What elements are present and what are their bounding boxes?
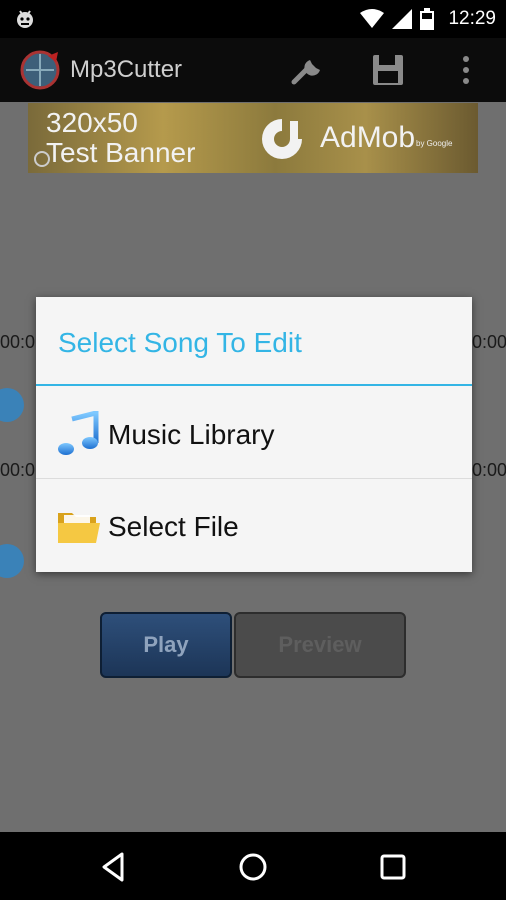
dialog-title: Select Song To Edit bbox=[58, 327, 302, 358]
start-slider-knob[interactable] bbox=[0, 388, 24, 422]
status-bar: 12:29 bbox=[0, 0, 506, 38]
admob-logo-icon bbox=[262, 119, 302, 159]
ad-brand: AdMob bbox=[320, 121, 416, 154]
preview-button[interactable]: Preview bbox=[234, 612, 406, 678]
ad-brand-small: by Google bbox=[416, 139, 453, 148]
select-file-option[interactable]: Select File bbox=[36, 481, 472, 571]
recents-icon[interactable] bbox=[376, 850, 410, 884]
wifi-icon bbox=[360, 9, 385, 28]
status-time: 12:29 bbox=[448, 8, 496, 29]
app-title: Mp3Cutter bbox=[70, 56, 183, 83]
end-time-label-2: 0:00 bbox=[472, 460, 506, 480]
end-slider-knob[interactable] bbox=[0, 544, 24, 578]
app-logo bbox=[20, 50, 60, 90]
ad-line-2: Test Banner bbox=[46, 137, 196, 168]
select-file-label: Select File bbox=[108, 511, 239, 542]
start-time-label: 00:0 bbox=[0, 332, 36, 352]
ad-banner[interactable]: 320x50 Test Banner AdMob by Google bbox=[28, 103, 478, 173]
ad-line-1: 320x50 bbox=[46, 107, 138, 138]
item-separator bbox=[36, 478, 472, 479]
back-icon[interactable] bbox=[96, 850, 130, 884]
music-note-icon bbox=[58, 411, 99, 455]
android-debug-icon bbox=[17, 10, 33, 28]
settings-wrench-icon[interactable] bbox=[290, 52, 326, 88]
music-library-label: Music Library bbox=[108, 419, 275, 450]
music-library-option[interactable]: Music Library bbox=[36, 389, 472, 479]
battery-icon bbox=[420, 8, 435, 30]
start-time-label-2: 00:0 bbox=[0, 460, 36, 480]
select-song-dialog: Select Song To Edit Music Library Select… bbox=[36, 297, 472, 572]
folder-icon bbox=[58, 513, 100, 543]
signal-icon bbox=[392, 9, 413, 29]
ad-info-icon[interactable] bbox=[34, 151, 50, 167]
save-icon[interactable] bbox=[370, 52, 406, 88]
navigation-bar bbox=[0, 832, 506, 900]
dialog-title-divider bbox=[36, 384, 472, 386]
overflow-menu-icon[interactable] bbox=[448, 52, 484, 88]
play-button[interactable]: Play bbox=[100, 612, 232, 678]
action-bar: Mp3Cutter bbox=[0, 38, 506, 102]
home-icon[interactable] bbox=[236, 850, 270, 884]
end-time-label: 0:00 bbox=[472, 332, 506, 352]
